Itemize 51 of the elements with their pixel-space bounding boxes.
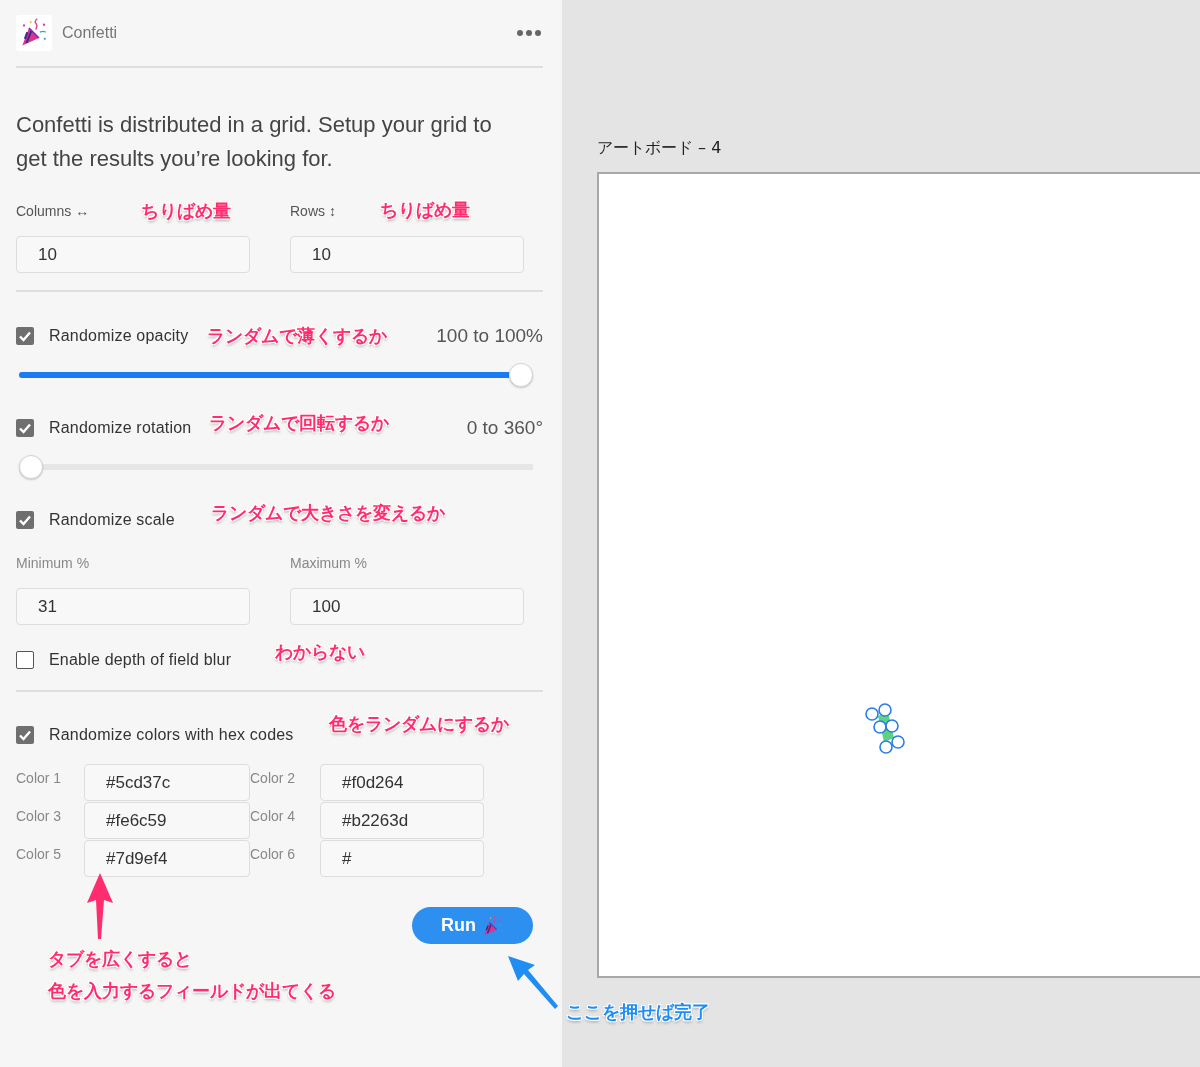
option-label: Randomize opacity	[49, 327, 189, 345]
plugin-name: Confetti	[62, 24, 118, 42]
input-field[interactable]: 10	[290, 236, 524, 273]
color-label: Color 3	[16, 808, 62, 824]
checkbox[interactable]	[16, 419, 34, 437]
option-label: Randomize colors with hex codes	[49, 726, 294, 744]
slider-thumb[interactable]	[19, 455, 43, 479]
field-label: Maximum %	[290, 555, 367, 571]
annotation-text: ここを押せば完了	[566, 1000, 710, 1024]
checkbox[interactable]	[16, 726, 34, 744]
range-reading: 100 to 100%	[436, 325, 543, 347]
checkbox[interactable]	[16, 327, 34, 345]
annotation-text: ランダムで大きさを変えるか	[211, 501, 445, 525]
annotation-text: わからない	[275, 640, 365, 664]
checkbox[interactable]	[16, 651, 34, 669]
field-label: Rows ↕	[290, 203, 336, 219]
selected-confetti-drawing	[864, 702, 908, 754]
hex-field[interactable]: #7d9ef4	[84, 840, 250, 877]
range-reading: 0 to 360°	[466, 417, 543, 439]
annotation-text: ランダムで回転するか	[209, 411, 389, 435]
input-field[interactable]: 100	[290, 588, 524, 625]
field-label: Columns ↔	[16, 203, 90, 219]
hex-field[interactable]: #fe6c59	[84, 802, 250, 839]
artboard-title: アートボード – 4	[597, 138, 722, 157]
hex-field[interactable]: #5cd37c	[84, 764, 250, 801]
annotation-text: ちりばめ量	[380, 198, 470, 222]
annotation-text: 色を入力するフィールドが出てくる	[48, 979, 336, 1003]
hex-field[interactable]: #b2263d	[320, 802, 484, 839]
annotation-text: 色をランダムにするか	[329, 712, 509, 736]
color-label: Color 2	[250, 770, 296, 786]
hex-field[interactable]: #f0d264	[320, 764, 484, 801]
annotation-text: ランダムで薄くするか	[207, 324, 387, 348]
annotation-text: タブを広くすると	[48, 947, 192, 971]
color-label: Color 1	[16, 770, 62, 786]
option-label: Randomize scale	[49, 511, 175, 529]
color-label: Color 4	[250, 808, 296, 824]
input-field[interactable]: 10	[16, 236, 250, 273]
hex-field[interactable]: #	[320, 840, 484, 877]
checkbox[interactable]	[16, 511, 34, 529]
input-field[interactable]: 31	[16, 588, 250, 625]
option-label: Enable depth of field blur	[49, 651, 232, 669]
intro-text: Confetti is distributed in a grid. Setup your grid to get the results you’re looking for.	[16, 111, 493, 173]
color-label: Color 5	[16, 846, 62, 862]
option-label: Randomize rotation	[49, 419, 192, 437]
annotation-arrow	[508, 956, 558, 1010]
annotation-arrow	[86, 873, 114, 939]
field-label: Minimum %	[16, 555, 90, 571]
annotation-text: ちりばめ量	[141, 199, 231, 223]
slider-thumb[interactable]	[509, 363, 533, 387]
color-label: Color 6	[250, 846, 296, 862]
party-popper-icon	[482, 914, 504, 937]
